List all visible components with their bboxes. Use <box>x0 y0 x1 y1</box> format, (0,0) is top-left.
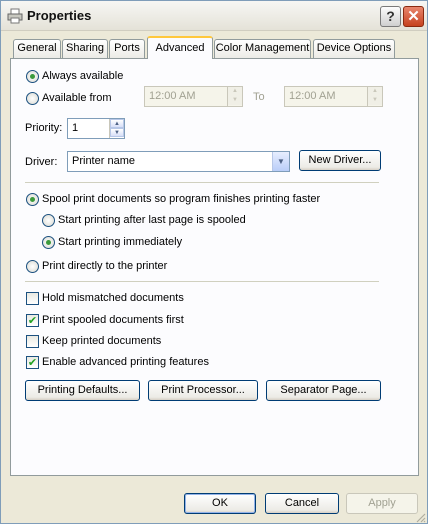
up-arrow-icon[interactable]: ▲ <box>228 87 242 96</box>
keep-printed-label[interactable]: Keep printed documents <box>42 335 161 347</box>
always-available-label[interactable]: Always available <box>42 70 123 82</box>
separator <box>25 281 379 282</box>
help-button[interactable]: ? <box>380 6 401 27</box>
keep-printed-checkbox[interactable] <box>26 335 39 348</box>
up-arrow-icon[interactable]: ▲ <box>368 87 382 96</box>
priority-value: 1 <box>72 122 79 134</box>
driver-label: Driver: <box>25 156 58 168</box>
available-from-time[interactable]: 12:00 AM ▲ ▼ <box>144 86 243 107</box>
driver-value: Printer name <box>72 155 135 167</box>
separator <box>25 182 379 183</box>
tab-device-options[interactable]: Device Options <box>313 39 395 58</box>
start-after-last-page-label[interactable]: Start printing after last page is spoole… <box>58 214 246 226</box>
tab-advanced[interactable]: Advanced <box>147 36 213 59</box>
available-to-time-value: 12:00 AM <box>289 90 336 102</box>
priority-input[interactable]: 1 ▲ ▼ <box>67 118 125 139</box>
tab-color-management[interactable]: Color Management <box>214 39 311 58</box>
to-time-spinner[interactable]: ▲ ▼ <box>367 87 382 106</box>
hold-mismatched-checkbox[interactable] <box>26 292 39 305</box>
printing-defaults-button[interactable]: Printing Defaults... <box>25 380 140 401</box>
print-spooled-first-checkbox[interactable]: ✔ <box>26 314 39 327</box>
print-processor-button[interactable]: Print Processor... <box>148 380 258 401</box>
available-to-time[interactable]: 12:00 AM ▲ ▼ <box>284 86 383 107</box>
spool-label[interactable]: Spool print documents so program finishe… <box>42 193 320 205</box>
apply-button[interactable]: Apply <box>346 493 418 514</box>
up-arrow-icon[interactable]: ▲ <box>110 119 124 128</box>
tab-general[interactable]: General <box>13 39 61 58</box>
from-time-spinner[interactable]: ▲ ▼ <box>227 87 242 106</box>
close-button[interactable]: ✕ <box>403 6 424 27</box>
separator-page-button[interactable]: Separator Page... <box>266 380 381 401</box>
ok-button[interactable]: OK <box>184 493 256 514</box>
start-after-last-page-radio[interactable] <box>42 214 55 227</box>
properties-dialog: Properties ? ✕ General Sharing Ports Adv… <box>0 0 428 524</box>
available-from-time-value: 12:00 AM <box>149 90 196 102</box>
resize-grip-icon[interactable] <box>414 511 426 523</box>
printer-icon <box>7 8 23 24</box>
available-from-label[interactable]: Available from <box>42 92 112 104</box>
tab-sharing[interactable]: Sharing <box>62 39 108 58</box>
down-arrow-icon[interactable]: ▼ <box>228 96 242 105</box>
to-label: To <box>253 91 265 103</box>
print-directly-label[interactable]: Print directly to the printer <box>42 260 167 272</box>
enable-advanced-features-checkbox[interactable]: ✔ <box>26 356 39 369</box>
title-bar[interactable]: Properties ? ✕ <box>1 1 427 31</box>
driver-select[interactable]: Printer name ▼ <box>67 151 290 172</box>
window-title: Properties <box>27 8 92 23</box>
priority-label: Priority: <box>25 122 63 134</box>
down-arrow-icon[interactable]: ▼ <box>368 96 382 105</box>
enable-advanced-features-label[interactable]: Enable advanced printing features <box>42 356 209 368</box>
cancel-button[interactable]: Cancel <box>265 493 339 514</box>
tab-ports[interactable]: Ports <box>109 39 145 58</box>
spool-radio[interactable] <box>26 193 39 206</box>
chevron-down-icon[interactable]: ▼ <box>272 152 289 171</box>
print-spooled-first-label[interactable]: Print spooled documents first <box>42 314 184 326</box>
down-arrow-icon[interactable]: ▼ <box>110 128 124 137</box>
hold-mismatched-label[interactable]: Hold mismatched documents <box>42 292 184 304</box>
new-driver-button[interactable]: New Driver... <box>299 150 381 171</box>
available-from-radio[interactable] <box>26 92 39 105</box>
always-available-radio[interactable] <box>26 70 39 83</box>
start-immediately-label[interactable]: Start printing immediately <box>58 236 182 248</box>
print-directly-radio[interactable] <box>26 260 39 273</box>
start-immediately-radio[interactable] <box>42 236 55 249</box>
priority-spinner[interactable]: ▲ ▼ <box>109 119 124 138</box>
